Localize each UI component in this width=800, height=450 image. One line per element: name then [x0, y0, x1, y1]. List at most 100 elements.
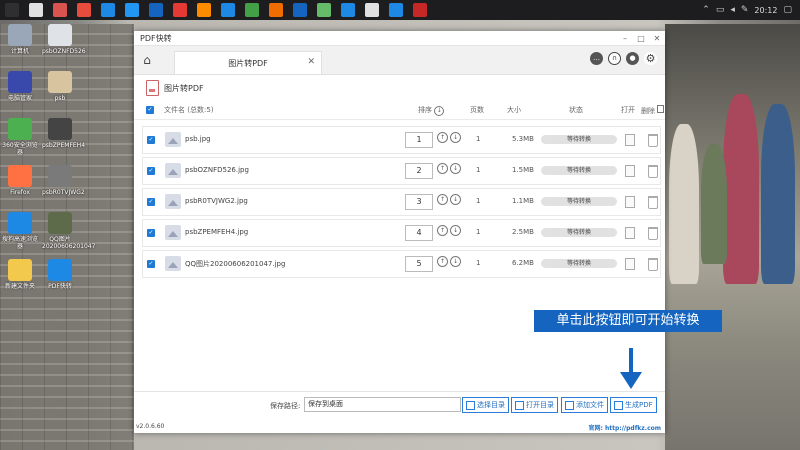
taskbar-app-icon[interactable]: [77, 3, 91, 17]
open-file-icon[interactable]: [625, 227, 635, 239]
row-checkbox[interactable]: ✓: [147, 198, 155, 206]
desktop-shortcut[interactable]: Firefox: [2, 165, 38, 196]
taskbar-app-icon[interactable]: [341, 3, 355, 17]
close-icon[interactable]: ✕: [649, 34, 665, 43]
notification-icon[interactable]: ▢: [783, 5, 792, 15]
home-icon[interactable]: ⌂: [140, 53, 154, 67]
network-icon[interactable]: ▭: [716, 5, 725, 15]
taskbar-app-icon[interactable]: [29, 3, 43, 17]
file-size: 2.5MB: [512, 228, 534, 236]
open-file-icon[interactable]: [625, 165, 635, 177]
headset-icon[interactable]: ∩: [608, 52, 621, 65]
open-directory-button[interactable]: 打开目录: [511, 397, 558, 413]
tab-close-icon[interactable]: ✕: [307, 57, 315, 67]
desktop-shortcut-label: Firefox: [10, 189, 30, 196]
table-row[interactable]: ✓ psbR0TVJWG2.jpg 3 ↑ ↓ 1 1.1MB 等待转换: [142, 188, 661, 216]
order-input[interactable]: 4: [405, 225, 433, 241]
clock-time[interactable]: 20:12: [754, 6, 777, 15]
desktop-shortcut[interactable]: 新建文件夹: [2, 259, 38, 290]
choose-directory-button[interactable]: 选择目录: [462, 397, 509, 413]
taskbar-app-icon[interactable]: [53, 3, 67, 17]
order-input[interactable]: 2: [405, 163, 433, 179]
row-checkbox[interactable]: ✓: [147, 260, 155, 268]
desktop-shortcut[interactable]: QQ图片20200606201047: [42, 212, 95, 250]
trash-icon[interactable]: [648, 227, 658, 240]
move-down-icon[interactable]: ↓: [450, 225, 461, 236]
move-down-icon[interactable]: ↓: [450, 256, 461, 267]
move-up-icon[interactable]: ↑: [437, 163, 448, 174]
row-checkbox[interactable]: ✓: [147, 136, 155, 144]
taskbar-app-icon[interactable]: [317, 3, 331, 17]
keyboard-icon[interactable]: ✎: [741, 5, 749, 15]
open-file-icon[interactable]: [625, 196, 635, 208]
gear-icon[interactable]: ⚙: [644, 52, 657, 65]
header-order[interactable]: 排序 ↓: [418, 105, 445, 116]
trash-icon[interactable]: [648, 196, 658, 209]
order-input[interactable]: 1: [405, 132, 433, 148]
tab-bar: ⌂ 图片转PDF ✕ … ∩ ● ⚙: [134, 46, 665, 75]
move-up-icon[interactable]: ↑: [437, 225, 448, 236]
desktop-shortcut-icon: [8, 71, 32, 93]
website-link[interactable]: 官网: http://pdfkz.com: [589, 423, 661, 432]
desktop-shortcut[interactable]: 搜狗高速浏览器: [2, 212, 38, 250]
trash-icon[interactable]: [648, 165, 658, 178]
desktop-shortcut[interactable]: 电脑管家: [2, 71, 38, 102]
move-up-icon[interactable]: ↑: [437, 256, 448, 267]
taskbar-app-icon[interactable]: [389, 3, 403, 17]
order-input[interactable]: 3: [405, 194, 433, 210]
page-count: 1: [476, 166, 481, 174]
taskbar-app-icon[interactable]: [269, 3, 283, 17]
row-checkbox[interactable]: ✓: [147, 167, 155, 175]
maximize-icon[interactable]: □: [633, 34, 649, 43]
trash-icon[interactable]: [648, 258, 658, 271]
desktop-shortcut[interactable]: 360安全浏览器: [2, 118, 38, 156]
desktop-shortcut[interactable]: psbOZNFD526: [42, 24, 86, 55]
desktop-shortcut[interactable]: 计算机: [2, 24, 38, 55]
image-thumbnail-icon: [165, 256, 181, 271]
taskbar-app-icon[interactable]: [5, 3, 19, 17]
taskbar-app-icon[interactable]: [101, 3, 115, 17]
taskbar-app-icon[interactable]: [245, 3, 259, 17]
table-row[interactable]: ✓ psbOZNFD526.jpg 2 ↑ ↓ 1 1.5MB 等待转换: [142, 157, 661, 185]
chevron-up-icon[interactable]: ⌃: [702, 5, 710, 15]
desktop-shortcut[interactable]: psbZPEMFEH4: [42, 118, 85, 149]
move-up-icon[interactable]: ↑: [437, 194, 448, 205]
desktop-shortcut[interactable]: PDF快转: [42, 259, 78, 290]
table-row[interactable]: ✓ psbZPEMFEH4.jpg 4 ↑ ↓ 1 2.5MB 等待转换: [142, 219, 661, 247]
user-icon[interactable]: ●: [626, 52, 639, 65]
trash-icon[interactable]: [648, 134, 658, 147]
volume-icon[interactable]: ◂: [730, 5, 735, 15]
taskbar-app-icon[interactable]: [293, 3, 307, 17]
minimize-icon[interactable]: –: [617, 34, 633, 43]
generate-pdf-button[interactable]: 生成PDF: [610, 397, 657, 413]
move-down-icon[interactable]: ↓: [450, 194, 461, 205]
select-all-checkbox[interactable]: ✓: [146, 106, 154, 114]
move-down-icon[interactable]: ↓: [450, 132, 461, 143]
taskbar-app-icon[interactable]: [221, 3, 235, 17]
taskbar-app-icon[interactable]: [149, 3, 163, 17]
trash-icon[interactable]: [657, 104, 665, 113]
file-name: psbOZNFD526.jpg: [185, 166, 249, 174]
chat-icon[interactable]: …: [590, 52, 603, 65]
taskbar-app-icon[interactable]: [365, 3, 379, 17]
taskbar-app-icon[interactable]: [197, 3, 211, 17]
add-file-button[interactable]: 添加文件: [561, 397, 608, 413]
order-input[interactable]: 5: [405, 256, 433, 272]
move-up-icon[interactable]: ↑: [437, 132, 448, 143]
move-down-icon[interactable]: ↓: [450, 163, 461, 174]
desktop-shortcut[interactable]: psb: [42, 71, 78, 102]
sort-down-icon[interactable]: ↓: [434, 105, 445, 116]
taskbar-app-icon[interactable]: [125, 3, 139, 17]
taskbar-app-icon[interactable]: [413, 3, 427, 17]
table-row[interactable]: ✓ psb.jpg 1 ↑ ↓ 1 5.3MB 等待转换: [142, 126, 661, 154]
row-checkbox[interactable]: ✓: [147, 229, 155, 237]
table-row[interactable]: ✓ QQ图片20200606201047.jpg 5 ↑ ↓ 1 6.2MB 等待转换: [142, 250, 661, 278]
choose-directory-label: 选择目录: [477, 401, 505, 409]
open-file-icon[interactable]: [625, 134, 635, 146]
header-actions: … ∩ ● ⚙: [590, 52, 657, 65]
desktop-shortcut[interactable]: psbR0TVJWG2: [42, 165, 85, 196]
open-file-icon[interactable]: [625, 258, 635, 270]
taskbar-app-icon[interactable]: [173, 3, 187, 17]
tab-image-to-pdf[interactable]: 图片转PDF ✕: [174, 51, 322, 74]
save-path-input[interactable]: 保存到桌面: [304, 397, 461, 412]
